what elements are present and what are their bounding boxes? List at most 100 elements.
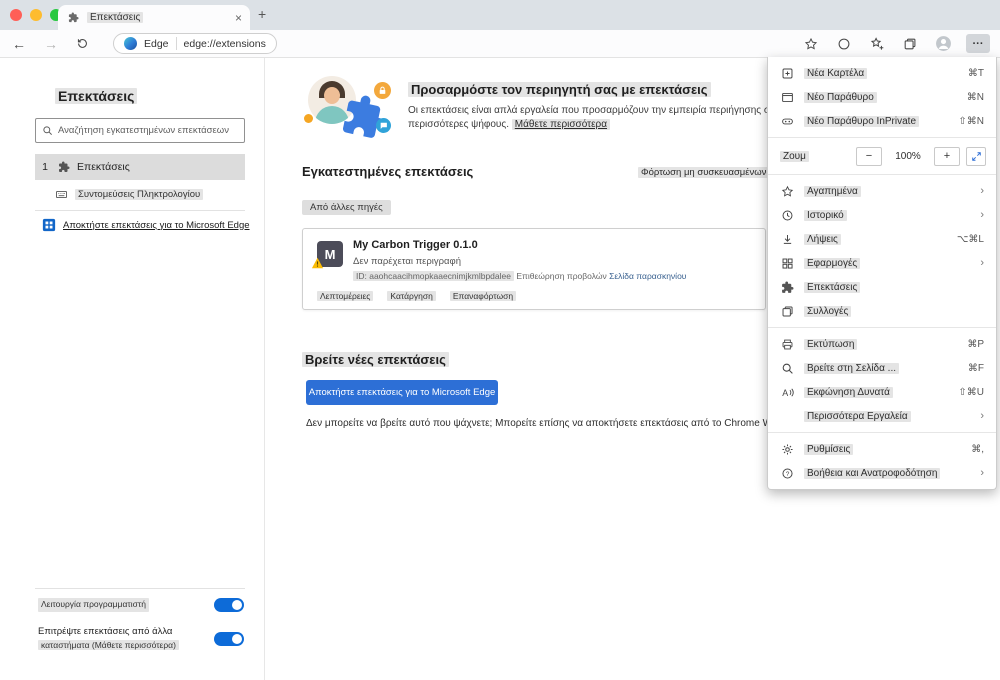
menu-item-downloads[interactable]: Λήψεις ⌥⌘L — [768, 227, 996, 251]
menu-item-shortcut: ⌘P — [967, 338, 984, 350]
details-button[interactable]: Λεπτομέρειες — [317, 291, 374, 301]
developer-mode-label: Λειτουργία προγραμματιστή — [38, 598, 149, 612]
menu-item-settings[interactable]: Ρυθμίσεις ⌘, — [768, 437, 996, 461]
chevron-right-icon — [980, 410, 984, 422]
get-extensions-button[interactable]: Αποκτήστε επεκτάσεις για το Microsoft Ed… — [306, 380, 498, 405]
extensions-illustration — [304, 72, 418, 164]
installed-heading: Εγκατεστημένες επεκτάσεις — [302, 164, 474, 179]
close-window-button[interactable] — [10, 9, 22, 21]
zoom-row: Ζουμ − 100% + — [768, 142, 996, 170]
fullscreen-button[interactable] — [966, 146, 986, 166]
menu-item-new-inprivate-window[interactable]: Νέο Παράθυρο InPrivate ⇧⌘N — [768, 109, 996, 133]
apps-grid-icon — [780, 257, 795, 270]
menu-item-find-on-page[interactable]: Βρείτε στη Σελίδα ... ⌘F — [768, 356, 996, 380]
window-controls — [10, 9, 62, 21]
help-icon: ? — [780, 467, 795, 480]
menu-divider — [768, 432, 996, 433]
extensions-puzzle-icon — [58, 161, 70, 173]
sidebar-item-extensions[interactable]: 1 Επεκτάσεις — [35, 154, 245, 180]
sidebar-title: Επεκτάσεις — [55, 88, 138, 104]
forward-button[interactable]: → — [44, 37, 58, 51]
menu-item-apps[interactable]: Εφαρμογές — [768, 251, 996, 275]
minimize-window-button[interactable] — [30, 9, 42, 21]
discover-heading: Βρείτε νέες επεκτάσεις — [302, 352, 449, 367]
menu-item-shortcut: ⇧⌘U — [958, 386, 984, 398]
collections-button[interactable] — [900, 34, 920, 54]
edge-logo-icon — [124, 37, 137, 50]
menu-item-label: Εκφώνηση Δυνατά — [804, 386, 893, 398]
chevron-right-icon — [980, 209, 984, 221]
get-extensions-link[interactable]: Αποκτήστε επεκτάσεις για το Microsoft Ed… — [42, 218, 250, 232]
browser-essentials-button[interactable] — [834, 34, 854, 54]
hero-line2-text: περισσότερες ψήφους. — [408, 119, 509, 130]
allow-other-stores-row: Επιτρέψτε επεκτάσεις από άλλα καταστήματ… — [38, 624, 244, 653]
sidebar-divider — [35, 588, 245, 589]
add-favorite-button[interactable] — [801, 34, 821, 54]
hero-line1: Οι επεκτάσεις είναι απλά εργαλεία που πρ… — [408, 105, 784, 116]
favorites-hub-button[interactable] — [867, 34, 887, 54]
menu-item-extensions[interactable]: Επεκτάσεις — [768, 275, 996, 299]
menu-item-label: Συλλογές — [804, 305, 852, 317]
tab-close-icon[interactable]: × — [235, 11, 242, 25]
extension-card: M My Carbon Trigger 0.1.0 Δεν παρέχεται … — [302, 228, 766, 310]
extensions-sidebar: Επεκτάσεις 1 Επεκτάσεις Συντομεύσεις Πλη… — [0, 58, 265, 680]
menu-item-label: Περισσότερα Εργαλεία — [804, 410, 911, 422]
address-bar[interactable]: Edge edge://extensions — [113, 33, 277, 54]
menu-item-label: Βοήθεια και Ανατροφοδότηση — [804, 467, 941, 479]
menu-item-shortcut: ⌘F — [967, 362, 984, 374]
load-unpacked-button[interactable]: Φόρτωση μη συσκευασμένων — [638, 167, 770, 178]
menu-item-more-tools[interactable]: Περισσότερα Εργαλεία — [768, 404, 996, 428]
orange-dot-decoration — [304, 114, 313, 123]
sidebar-item-keyboard-shortcuts[interactable]: Συντομεύσεις Πληκτρολογίου — [55, 188, 204, 201]
menu-item-favorites[interactable]: Αγαπημένα — [768, 179, 996, 203]
menu-item-label: Ιστορικό — [804, 209, 847, 221]
history-icon — [780, 209, 795, 222]
reload-button[interactable]: Επαναφόρτωση — [449, 291, 517, 301]
search-input[interactable] — [58, 125, 238, 136]
new-window-icon — [780, 91, 795, 104]
extensions-count-badge: 1 — [42, 161, 48, 173]
menu-item-new-tab[interactable]: Νέα Καρτέλα ⌘T — [768, 61, 996, 85]
allow-other-stores-line1: Επιτρέψτε επεκτάσεις από άλλα — [38, 626, 173, 637]
menu-item-print[interactable]: Εκτύπωση ⌘P — [768, 332, 996, 356]
menu-item-history[interactable]: Ιστορικό — [768, 203, 996, 227]
menu-item-collections[interactable]: Συλλογές — [768, 299, 996, 323]
downloads-icon — [780, 233, 795, 246]
menu-item-read-aloud[interactable]: A Εκφώνηση Δυνατά ⇧⌘U — [768, 380, 996, 404]
allow-other-stores-toggle[interactable] — [214, 632, 244, 646]
developer-mode-row: Λειτουργία προγραμματιστή — [38, 598, 244, 612]
svg-text:A: A — [782, 387, 788, 397]
tab-extensions[interactable]: Επεκτάσεις × — [58, 5, 250, 30]
zoom-out-button[interactable]: − — [856, 146, 882, 166]
search-box[interactable] — [35, 118, 245, 143]
chevron-right-icon — [980, 185, 984, 197]
menu-item-new-window[interactable]: Νέο Παράθυρο ⌘N — [768, 85, 996, 109]
keyboard-icon — [55, 188, 68, 201]
zoom-in-button[interactable]: + — [934, 146, 960, 166]
zoom-label: Ζουμ — [780, 150, 809, 162]
tab-title: Επεκτάσεις — [87, 12, 144, 23]
refresh-button[interactable] — [76, 37, 89, 50]
back-button[interactable]: ← — [12, 37, 26, 51]
developer-mode-toggle[interactable] — [214, 598, 244, 612]
new-tab-icon — [780, 67, 795, 80]
new-tab-button[interactable]: + — [258, 6, 266, 22]
menu-item-label: Νέα Καρτέλα — [804, 67, 868, 79]
menu-item-shortcut: ⌘, — [971, 443, 984, 455]
more-menu-button[interactable]: ··· — [966, 34, 990, 53]
remove-button[interactable]: Κατάργηση — [387, 291, 436, 301]
menu-item-shortcut: ⌘N — [966, 91, 984, 103]
profile-avatar-button[interactable] — [933, 34, 953, 54]
hero-line2: περισσότερες ψήφους. Μάθετε περισσότερα — [408, 119, 611, 130]
inprivate-icon — [780, 115, 795, 128]
menu-item-shortcut: ⌥⌘L — [956, 233, 984, 245]
inspect-views-label: Επιθεώρηση προβολών — [516, 271, 607, 281]
menu-item-label: Επεκτάσεις — [804, 281, 861, 293]
menu-item-help-feedback[interactable]: ? Βοήθεια και Ανατροφοδότηση — [768, 461, 996, 485]
menu-item-label: Εκτύπωση — [804, 338, 858, 350]
find-icon — [780, 362, 795, 375]
menu-item-label: Νέο Παράθυρο — [804, 91, 877, 103]
background-page-link[interactable]: Σελίδα παρασκηνίου — [609, 271, 686, 281]
search-icon — [42, 125, 53, 136]
learn-more-link[interactable]: Μάθετε περισσότερα — [511, 119, 611, 130]
